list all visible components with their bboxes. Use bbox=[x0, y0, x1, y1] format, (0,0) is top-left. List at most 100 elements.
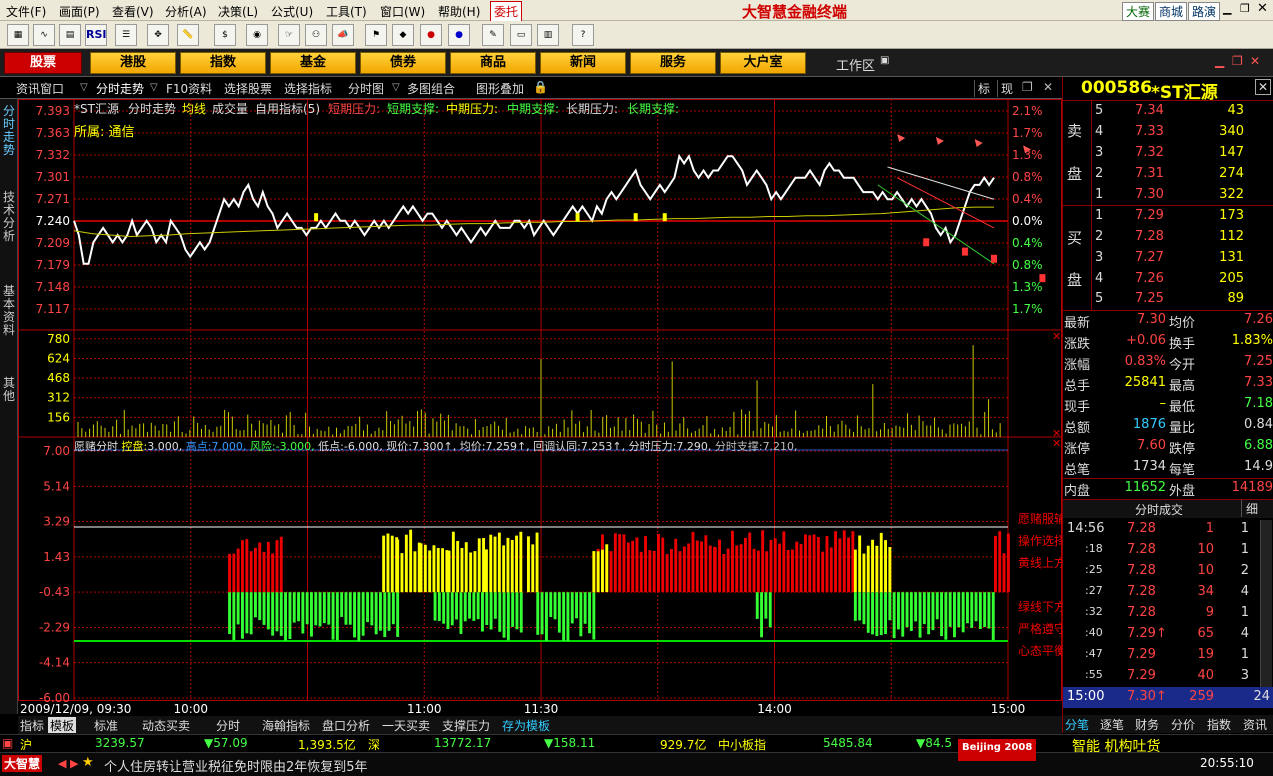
restore-icon[interactable]: ❐ bbox=[1240, 2, 1250, 15]
link-roadshow[interactable]: 路演 bbox=[1188, 2, 1221, 21]
bid-row[interactable]: 5 7.25 89 bbox=[1063, 289, 1273, 310]
side-tab-basic[interactable]: 基本资料 bbox=[1, 285, 17, 337]
tab-mark[interactable]: 标 bbox=[974, 80, 990, 97]
megaphone-icon[interactable]: 📣 bbox=[332, 24, 354, 46]
btab-handicap[interactable]: 盘口分析 bbox=[320, 717, 372, 733]
books-icon[interactable]: ▥ bbox=[537, 24, 559, 46]
rtab-trades[interactable]: 逐笔 bbox=[1100, 716, 1124, 733]
blue-circle-icon[interactable]: ● bbox=[448, 24, 470, 46]
note-icon[interactable]: ✎ bbox=[482, 24, 504, 46]
minimize-icon[interactable]: ▁ bbox=[1223, 2, 1231, 15]
menu-decision[interactable]: 决策(L) bbox=[218, 3, 258, 20]
move-icon[interactable]: ✥ bbox=[147, 24, 169, 46]
side-tab-technical[interactable]: 技术分析 bbox=[1, 191, 17, 243]
ask-row[interactable]: 3 7.32 147 bbox=[1063, 143, 1273, 164]
bid-row[interactable]: 2 7.28 112 bbox=[1063, 227, 1273, 248]
sh-label[interactable]: 沪 bbox=[20, 736, 32, 753]
window-icon[interactable]: ▭ bbox=[510, 24, 532, 46]
sz-label[interactable]: 深 bbox=[368, 736, 380, 753]
panel-close-icon[interactable]: ✕ bbox=[1250, 54, 1260, 68]
panel-restore-icon[interactable]: ❐ bbox=[1232, 54, 1243, 68]
menu-view-p[interactable]: 画面(P) bbox=[59, 3, 100, 20]
help-cursor-icon[interactable]: ? bbox=[572, 24, 594, 46]
menu-look[interactable]: 查看(V) bbox=[112, 3, 154, 20]
tab-now[interactable]: 现 bbox=[997, 80, 1013, 97]
tab-f10[interactable]: F10资料 bbox=[166, 80, 212, 97]
panel-minimize-icon[interactable]: ▁ bbox=[1215, 54, 1224, 68]
ask-row[interactable]: 5 7.34 43 bbox=[1063, 101, 1273, 122]
bid-row[interactable]: 4 7.26 205 bbox=[1063, 269, 1273, 290]
ruler-icon[interactable]: 📏 bbox=[177, 24, 199, 46]
diamond-icon[interactable]: ◆ bbox=[392, 24, 414, 46]
ask-row[interactable]: 2 7.31 274 bbox=[1063, 164, 1273, 185]
sme-label[interactable]: 中小板指 bbox=[718, 736, 766, 753]
nav-bond[interactable]: 债券 bbox=[360, 52, 446, 74]
link-mall[interactable]: 商城 bbox=[1155, 2, 1188, 21]
rtab-index[interactable]: 指数 bbox=[1207, 716, 1231, 733]
bid-row[interactable]: 3 7.27 131 bbox=[1063, 248, 1273, 269]
rsi-button[interactable]: RSI bbox=[85, 24, 107, 46]
rtab-finance[interactable]: 财务 bbox=[1135, 716, 1159, 733]
tab-dropdown-icon[interactable]: ▽ bbox=[392, 82, 400, 93]
tab-timechart[interactable]: 分时图 bbox=[348, 80, 384, 97]
menu-window[interactable]: 窗口(W) bbox=[380, 3, 425, 20]
line-chart-icon[interactable]: ∿ bbox=[33, 24, 55, 46]
nav-hk[interactable]: 港股 bbox=[90, 52, 176, 74]
news-headline[interactable]: 个人住房转让营业税征免时限由2年恢复到5年 bbox=[104, 756, 368, 775]
tab-overlay[interactable]: 图形叠加 bbox=[476, 80, 524, 97]
workspace-label[interactable]: 工作区 bbox=[836, 55, 875, 74]
close-icon[interactable]: ✕ bbox=[1257, 1, 1268, 16]
nav-commodity[interactable]: 商品 bbox=[450, 52, 536, 74]
quote-close-icon[interactable]: ✕ bbox=[1255, 79, 1271, 95]
ticks-detail-button[interactable]: 细 bbox=[1241, 500, 1258, 517]
ask-row[interactable]: 1 7.30 322 bbox=[1063, 185, 1273, 206]
list-icon[interactable]: ☰ bbox=[115, 24, 137, 46]
btab-support[interactable]: 支撑压力 bbox=[440, 717, 492, 733]
menu-tools[interactable]: 工具(T) bbox=[326, 3, 367, 20]
nav-stocks[interactable]: 股票 bbox=[4, 52, 82, 74]
dollar-icon[interactable]: $ bbox=[214, 24, 236, 46]
nav-fund[interactable]: 基金 bbox=[270, 52, 356, 74]
menu-help[interactable]: 帮助(H) bbox=[438, 3, 480, 20]
flag-icon[interactable]: ⚑ bbox=[365, 24, 387, 46]
btab-dynamic[interactable]: 动态买卖 bbox=[140, 717, 192, 733]
tab-select-stock[interactable]: 选择股票 bbox=[224, 80, 272, 97]
side-tab-intraday[interactable]: 分时走势 bbox=[1, 105, 17, 157]
tab-dropdown-icon[interactable]: ▽ bbox=[80, 82, 88, 93]
btab-save-template[interactable]: 存为模板 bbox=[500, 717, 552, 733]
chart-close-icon[interactable]: ✕ bbox=[1043, 80, 1053, 94]
expand-icon[interactable]: ❐ bbox=[1022, 80, 1033, 94]
menu-analysis[interactable]: 分析(A) bbox=[165, 3, 207, 20]
btab-timeshare[interactable]: 分时 bbox=[214, 717, 242, 733]
table-icon[interactable]: ▤ bbox=[59, 24, 81, 46]
btab-daytrade[interactable]: 一天买卖 bbox=[380, 717, 432, 733]
intraday-chart[interactable]: 7.393 2.1% 7.363 1.7% 7.332 1.3% 7.301 0.8% 7.27… bbox=[18, 99, 1062, 716]
nav-service[interactable]: 服务 bbox=[630, 52, 716, 74]
side-tab-other[interactable]: 其他 bbox=[1, 377, 17, 403]
btab-haihan[interactable]: 海翰指标 bbox=[260, 717, 312, 733]
menu-formula[interactable]: 公式(U) bbox=[271, 3, 313, 20]
tab-dropdown-icon[interactable]: ▽ bbox=[150, 82, 158, 93]
btab-template[interactable]: 模板 bbox=[48, 717, 77, 733]
next-news-icon[interactable]: ▶ bbox=[70, 757, 78, 770]
ask-row[interactable]: 4 7.33 340 bbox=[1063, 122, 1273, 143]
btab-indicator[interactable]: 指标 bbox=[18, 717, 46, 733]
binoculars-icon[interactable]: ⚇ bbox=[305, 24, 327, 46]
btab-standard[interactable]: 标准 bbox=[92, 717, 120, 733]
rtab-price[interactable]: 分价 bbox=[1171, 716, 1195, 733]
tab-select-indicator[interactable]: 选择指标 bbox=[284, 80, 332, 97]
nav-vip-room[interactable]: 大户室 bbox=[720, 52, 806, 74]
link-contest[interactable]: 大赛 bbox=[1122, 2, 1155, 21]
bid-row[interactable]: 1 7.29 173 bbox=[1063, 206, 1273, 227]
rtab-ticks[interactable]: 分笔 bbox=[1065, 716, 1089, 733]
nav-news[interactable]: 新闻 bbox=[540, 52, 626, 74]
nav-index[interactable]: 指数 bbox=[180, 52, 266, 74]
eye-icon[interactable]: ◉ bbox=[246, 24, 268, 46]
tab-multi-chart[interactable]: 多图组合 bbox=[407, 80, 455, 97]
menu-file[interactable]: 文件(F) bbox=[6, 3, 46, 20]
rtab-news[interactable]: 资讯 bbox=[1243, 716, 1267, 733]
workspace-dropdown-icon[interactable]: ▣ bbox=[880, 55, 889, 66]
prev-news-icon[interactable]: ◀ bbox=[58, 757, 66, 770]
red-circle-icon[interactable]: ● bbox=[420, 24, 442, 46]
news-right-text[interactable]: 智能 机构吐货 bbox=[1072, 736, 1160, 756]
